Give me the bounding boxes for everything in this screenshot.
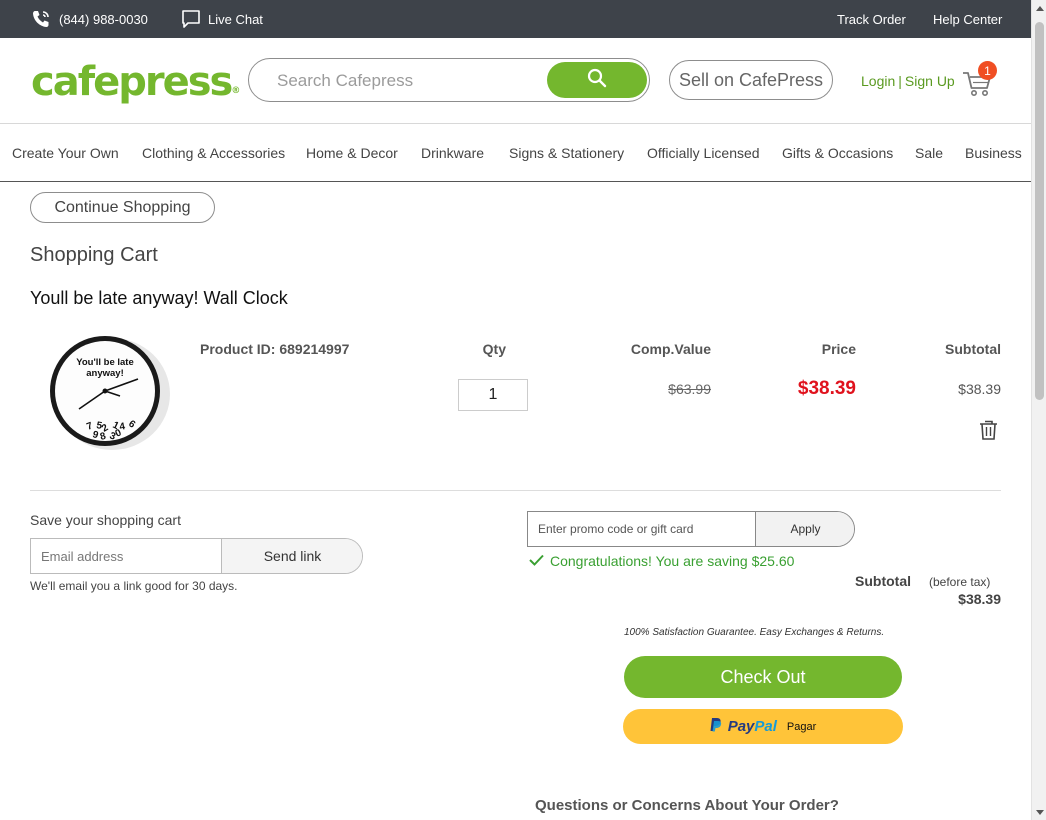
promo-code-input[interactable] bbox=[528, 512, 756, 546]
page-title: Shopping Cart bbox=[30, 244, 158, 266]
comp-value-header: Comp.Value bbox=[630, 341, 711, 357]
checkout-button[interactable]: Check Out bbox=[624, 656, 902, 698]
main-nav: Create Your Own Clothing & Accessories H… bbox=[0, 123, 1031, 182]
comp-value: $63.99 bbox=[668, 381, 711, 397]
saving-message-text: Congratulations! You are saving $25.60 bbox=[550, 553, 795, 569]
summary-subtotal-label: Subtotal bbox=[855, 573, 911, 589]
cafepress-logo[interactable]: cafepress® bbox=[31, 58, 240, 115]
account-links: Login | Sign Up bbox=[861, 73, 955, 89]
product-name[interactable]: Youll be late anyway! Wall Clock bbox=[30, 288, 288, 309]
nav-item-sale[interactable]: Sale bbox=[915, 124, 943, 182]
clock-text-line-2: anyway! bbox=[86, 368, 124, 379]
sell-on-cafepress-button[interactable]: Sell on CafePress bbox=[669, 60, 833, 100]
scroll-thumb[interactable] bbox=[1035, 22, 1044, 400]
product-image-wall-clock[interactable]: You'll be late anyway! 7 5 2 1 4 6 9 8 3… bbox=[46, 334, 176, 455]
top-bar: (844) 988-0030 Live Chat Track Order Hel… bbox=[0, 0, 1031, 38]
auth-separator: | bbox=[898, 73, 902, 89]
signup-link[interactable]: Sign Up bbox=[905, 73, 955, 89]
scroll-up-arrow-icon[interactable] bbox=[1032, 0, 1046, 15]
continue-shopping-button[interactable]: Continue Shopping bbox=[30, 192, 215, 223]
save-cart-form: Send link bbox=[30, 538, 363, 574]
quantity-input[interactable]: 1 bbox=[458, 379, 528, 411]
nav-item-business[interactable]: Business bbox=[965, 124, 1022, 182]
questions-heading: Questions or Concerns About Your Order? bbox=[535, 797, 839, 814]
promo-form: Apply bbox=[527, 511, 855, 547]
chat-icon bbox=[181, 9, 201, 29]
page-scrollbar[interactable] bbox=[1031, 0, 1046, 820]
summary-subtotal-value: $38.39 bbox=[958, 591, 1001, 607]
nav-item-clothing-accessories[interactable]: Clothing & Accessories bbox=[142, 124, 285, 182]
paypal-wordmark-pal: Pal bbox=[754, 717, 777, 735]
item-subtotal: $38.39 bbox=[958, 381, 1001, 397]
scroll-down-arrow-icon[interactable] bbox=[1032, 805, 1046, 820]
before-tax-note: (before tax) bbox=[929, 575, 991, 589]
nav-item-drinkware[interactable]: Drinkware bbox=[421, 124, 484, 182]
email-note: We'll email you a link good for 30 days. bbox=[30, 579, 238, 593]
subtotal-header: Subtotal bbox=[945, 341, 1001, 357]
item-price: $38.39 bbox=[797, 378, 856, 399]
paypal-logo-icon bbox=[710, 717, 722, 737]
phone-link[interactable]: (844) 988-0030 bbox=[31, 0, 148, 38]
phone-number: (844) 988-0030 bbox=[59, 11, 148, 27]
apply-button[interactable]: Apply bbox=[756, 512, 854, 546]
search-bar bbox=[248, 58, 650, 102]
save-cart-title: Save your shopping cart bbox=[30, 512, 181, 528]
search-button[interactable] bbox=[547, 62, 647, 98]
nav-item-create-your-own[interactable]: Create Your Own bbox=[12, 124, 119, 182]
paypal-button-label: Pagar bbox=[786, 720, 817, 733]
phone-icon bbox=[31, 9, 51, 29]
section-divider bbox=[30, 490, 1001, 491]
product-id: Product ID: 689214997 bbox=[200, 341, 350, 357]
clock-text-line-1: You'll be late bbox=[76, 357, 134, 368]
send-link-button[interactable]: Send link bbox=[222, 539, 362, 573]
nav-item-home-decor[interactable]: Home & Decor bbox=[306, 124, 398, 182]
price-header: Price bbox=[821, 341, 856, 357]
search-icon bbox=[587, 68, 607, 93]
guarantee-text: 100% Satisfaction Guarantee. Easy Exchan… bbox=[624, 627, 885, 638]
email-field[interactable] bbox=[31, 539, 222, 573]
track-order-link[interactable]: Track Order bbox=[837, 0, 906, 38]
nav-item-signs-stationery[interactable]: Signs & Stationery bbox=[509, 124, 624, 182]
checkmark-icon bbox=[529, 553, 544, 569]
paypal-button[interactable]: PayPal Pagar bbox=[623, 709, 903, 744]
qty-header: Qty bbox=[482, 341, 506, 357]
paypal-wordmark-pay: Pay bbox=[727, 717, 755, 735]
saving-message: Congratulations! You are saving $25.60 bbox=[529, 553, 794, 569]
live-chat-link[interactable]: Live Chat bbox=[181, 0, 263, 38]
nav-item-gifts-occasions[interactable]: Gifts & Occasions bbox=[782, 124, 893, 182]
cart-count-badge: 1 bbox=[978, 61, 997, 80]
search-input[interactable] bbox=[277, 69, 527, 93]
nav-item-officially-licensed[interactable]: Officially Licensed bbox=[647, 124, 760, 182]
trash-icon[interactable] bbox=[979, 420, 998, 445]
help-center-link[interactable]: Help Center bbox=[933, 0, 1002, 38]
login-link[interactable]: Login bbox=[861, 73, 895, 89]
live-chat-label: Live Chat bbox=[208, 11, 263, 27]
